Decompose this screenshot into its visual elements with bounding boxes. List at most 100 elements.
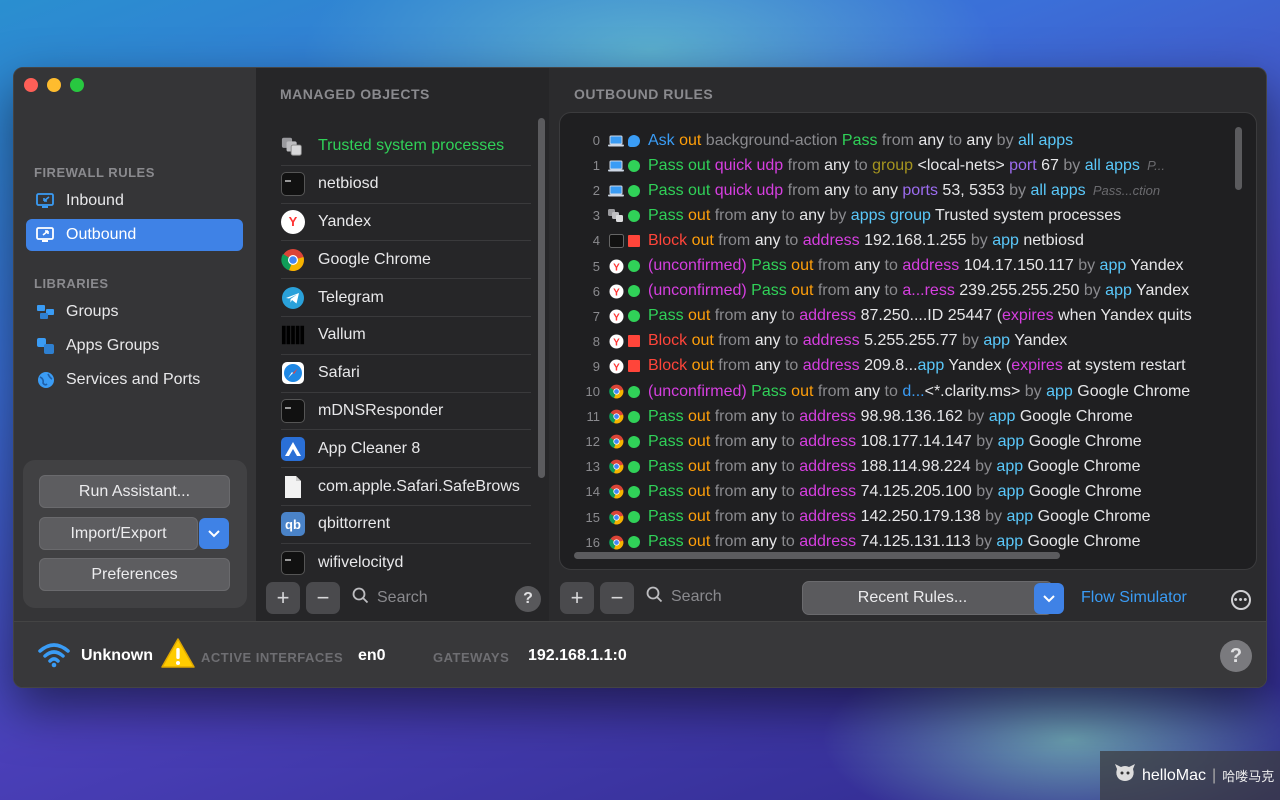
rules-vertical-scrollbar[interactable]	[1235, 127, 1242, 190]
list-item[interactable]: com.apple.Safari.SafeBrows	[281, 468, 531, 506]
table-row[interactable]: 0 Ask out background-action Pass from any…	[560, 128, 1232, 153]
table-row[interactable]: 8 Y Block out from any to address 5.255.25…	[560, 329, 1232, 354]
rule-token: app	[987, 231, 1019, 249]
table-row[interactable]: 9 Y Block out from any to address 209.8...…	[560, 354, 1232, 379]
rule-token: address	[794, 432, 857, 450]
rule-token: Block	[648, 231, 688, 249]
chrome-icon	[281, 248, 305, 272]
rule-token: Pass	[837, 131, 878, 149]
svg-text:Y: Y	[613, 287, 620, 298]
minimize-window-button[interactable]	[47, 78, 61, 92]
sidebar-item-outbound[interactable]: Outbound	[26, 219, 243, 251]
rule-token: by	[1073, 257, 1096, 274]
terminal-icon	[608, 233, 624, 248]
sidebar-item-services-ports[interactable]: Services and Ports	[26, 364, 243, 396]
sidebar-item-label: Apps Groups	[66, 337, 160, 354]
table-row[interactable]: 12 Pass out from any to address 108.177.1…	[560, 429, 1232, 454]
pass-icon	[628, 285, 640, 298]
add-rule-button[interactable]: +	[560, 582, 594, 614]
table-row[interactable]: 2 Pass out quick udp from any to any port…	[560, 178, 1232, 203]
rule-token: all apps	[1026, 181, 1086, 199]
list-item[interactable]: qb qbittorrent	[281, 506, 531, 544]
rule-number: 2	[592, 183, 600, 199]
rule-token: any	[819, 181, 850, 199]
list-item[interactable]: mDNSResponder	[281, 393, 531, 431]
remove-rule-button[interactable]: −	[600, 582, 634, 614]
list-item[interactable]: wifivelocityd	[281, 544, 531, 582]
table-row[interactable]: 13 Pass out from any to address 188.114.9…	[560, 454, 1232, 479]
table-row[interactable]: 1 Pass out quick udp from any to group <l…	[560, 153, 1232, 178]
rule-number: 15	[585, 509, 600, 525]
import-export-dropdown[interactable]	[199, 518, 229, 549]
table-row[interactable]: 16 Pass out from any to address 74.125.13…	[560, 530, 1232, 555]
table-row[interactable]: 14 Pass out from any to address 74.125.20…	[560, 479, 1232, 504]
rule-token: Google Chrome	[1015, 407, 1133, 425]
object-search	[352, 587, 497, 609]
rule-token: Google Chrome	[1072, 382, 1191, 400]
help-button[interactable]: ?	[1220, 640, 1252, 672]
managed-scrollbar[interactable]	[538, 118, 545, 478]
table-row[interactable]: 6 Y (unconfirmed) Pass out from any to a..…	[560, 279, 1232, 304]
rule-token: address	[794, 508, 857, 525]
rule-token: Pass	[648, 482, 684, 500]
chrome-icon	[608, 434, 624, 449]
sidebar-item-apps-groups[interactable]: Apps Groups	[26, 330, 243, 362]
list-item[interactable]: Trusted system processes	[281, 128, 531, 166]
more-options-button[interactable]: •••	[1231, 590, 1251, 610]
run-assistant-button[interactable]: Run Assistant...	[39, 475, 230, 508]
rule-token: from	[783, 181, 820, 199]
rule-token: Yandex (	[944, 357, 1012, 375]
rule-token: port	[1004, 156, 1037, 174]
rule-search-input[interactable]	[671, 588, 791, 606]
table-row[interactable]: 4 Block out from any to address 192.168.1…	[560, 228, 1232, 253]
rule-number: 14	[585, 484, 600, 500]
object-search-input[interactable]	[377, 589, 497, 607]
managed-objects-title: MANAGED OBJECTS	[280, 86, 430, 102]
sidebar-item-groups[interactable]: Groups	[26, 296, 243, 328]
table-row[interactable]: 3 Pass out from any to any by apps group …	[560, 203, 1232, 228]
help-button[interactable]: ?	[515, 586, 541, 612]
list-item[interactable]: Y Yandex	[281, 204, 531, 242]
list-item[interactable]: netbiosd	[281, 166, 531, 204]
list-item[interactable]: Telegram	[281, 279, 531, 317]
rule-number: 8	[592, 333, 600, 349]
rule-number: 9	[592, 358, 600, 374]
terminal-icon	[281, 550, 305, 575]
rule-token: by	[957, 332, 979, 350]
search-icon	[646, 586, 663, 608]
rule-token: by	[971, 482, 994, 500]
rule-token: from	[813, 257, 850, 274]
firewall-rules-heading: FIREWALL RULES	[34, 165, 155, 180]
recent-rules-button[interactable]: Recent Rules...	[802, 581, 1053, 615]
rule-token: 87.250....ID 25447	[856, 307, 993, 325]
remove-object-button[interactable]: −	[306, 582, 340, 614]
rule-token: to	[849, 156, 868, 174]
list-item[interactable]: App Cleaner 8	[281, 430, 531, 469]
preferences-button[interactable]: Preferences	[39, 558, 230, 591]
rule-token: Ask	[648, 131, 675, 149]
table-row[interactable]: 11 Pass out from any to address 98.98.136…	[560, 404, 1232, 429]
rule-token: out	[786, 382, 814, 400]
rule-number: 13	[585, 459, 600, 475]
list-item[interactable]: Vallum	[281, 317, 531, 355]
list-item[interactable]: Google Chrome	[281, 241, 531, 280]
hellomac-logo-icon	[1114, 763, 1136, 788]
import-export-button[interactable]: Import/Export	[39, 517, 198, 550]
rule-token: out	[683, 206, 711, 224]
rule-token: address	[798, 332, 860, 350]
table-row[interactable]: 10 (unconfirmed) Pass out from any to d..…	[560, 379, 1232, 404]
table-row[interactable]: 7 Y Pass out from any to address 87.250...…	[560, 304, 1232, 329]
recent-rules-dropdown[interactable]	[1034, 583, 1064, 614]
laptop-icon	[608, 184, 624, 198]
close-window-button[interactable]	[24, 78, 38, 92]
table-row[interactable]: 5 Y (unconfirmed) Pass out from any to add…	[560, 254, 1232, 279]
rule-token: to	[776, 307, 795, 325]
rule-token: out	[683, 457, 711, 475]
list-item[interactable]: Safari	[281, 355, 531, 393]
table-row[interactable]: 15 Pass out from any to address 142.250.1…	[560, 505, 1232, 530]
sidebar-item-inbound[interactable]: Inbound	[26, 185, 243, 217]
zoom-window-button[interactable]	[70, 78, 84, 92]
add-object-button[interactable]: +	[266, 582, 300, 614]
flow-simulator-link[interactable]: Flow Simulator	[1081, 589, 1187, 607]
list-item-label: Vallum	[318, 326, 366, 344]
